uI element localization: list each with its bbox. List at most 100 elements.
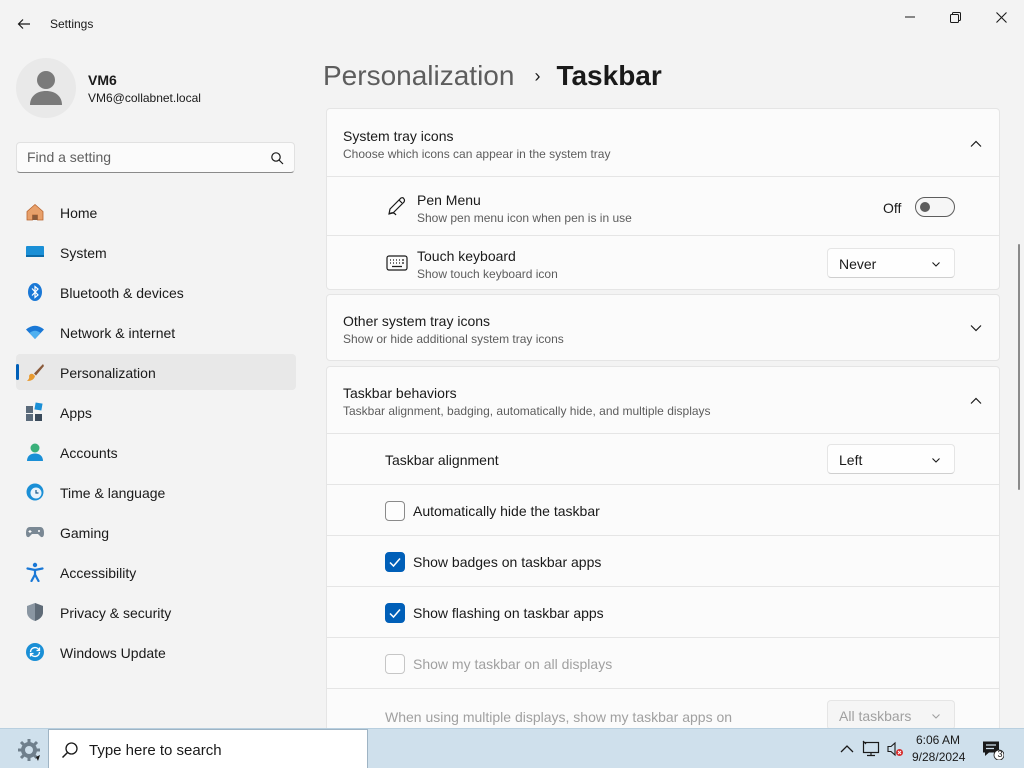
app-title: Settings	[50, 17, 94, 31]
sidebar-item-personalization[interactable]: Personalization	[16, 354, 296, 390]
flashing-row: Show flashing on taskbar apps	[326, 586, 1000, 637]
taskbar-search-box[interactable]: Type here to search	[48, 729, 368, 768]
multi-display-dropdown[interactable]: All taskbars	[827, 700, 955, 728]
pen-menu-toggle-state: Off	[883, 200, 902, 216]
accounts-icon	[25, 442, 45, 462]
settings-search-box[interactable]	[16, 142, 295, 173]
sidebar-item-label: Gaming	[60, 525, 110, 541]
breadcrumb-chevron-icon: ›	[534, 65, 541, 86]
section-title: System tray icons	[343, 128, 454, 144]
clock-date[interactable]: 9/28/2024	[912, 750, 965, 764]
touch-keyboard-subtitle: Show touch keyboard icon	[417, 267, 558, 281]
taskbar-behaviors-header[interactable]: Taskbar behaviors Taskbar alignment, bad…	[326, 366, 1000, 434]
chevron-down-icon	[932, 714, 940, 719]
minimize-icon	[905, 16, 915, 18]
sidebar-item-label: Bluetooth & devices	[60, 285, 184, 301]
badges-checkbox[interactable]	[385, 552, 405, 572]
taskbar-settings-app[interactable]	[10, 735, 48, 765]
sidebar: VM6 VM6@collabnet.local Home System Blue…	[0, 48, 310, 728]
all-displays-label[interactable]: Show my taskbar on all displays	[413, 656, 612, 672]
minimize-button[interactable]	[887, 2, 933, 32]
section-title: Taskbar behaviors	[343, 385, 457, 401]
sidebar-item-apps[interactable]: Apps	[16, 394, 296, 430]
clock-globe-icon	[25, 482, 45, 502]
sidebar-item-home[interactable]: Home	[16, 194, 296, 230]
sidebar-item-gaming[interactable]: Gaming	[16, 514, 296, 550]
notification-count-badge: 3	[997, 749, 1003, 759]
pen-menu-toggle[interactable]	[915, 197, 955, 217]
sidebar-item-label: Time & language	[60, 485, 166, 501]
touch-keyboard-row: Touch keyboard Show touch keyboard icon …	[326, 235, 1000, 290]
sidebar-item-label: Windows Update	[60, 645, 166, 661]
notification-center-button[interactable]: 3	[982, 740, 1005, 761]
chevron-up-icon[interactable]	[969, 394, 983, 408]
pen-icon	[388, 197, 406, 216]
close-icon	[995, 11, 1007, 23]
sidebar-item-windows-update[interactable]: Windows Update	[16, 634, 296, 670]
sidebar-item-label: Home	[60, 205, 98, 221]
sidebar-item-bluetooth[interactable]: Bluetooth & devices	[16, 274, 296, 310]
page-title: Taskbar	[556, 60, 662, 91]
breadcrumb: Personalization › Taskbar	[323, 58, 662, 94]
auto-hide-label[interactable]: Automatically hide the taskbar	[413, 503, 600, 519]
restore-button[interactable]	[932, 2, 978, 32]
chevron-down-icon	[932, 458, 940, 463]
toggle-knob	[920, 202, 930, 212]
avatar[interactable]	[16, 58, 76, 118]
sidebar-item-privacy[interactable]: Privacy & security	[16, 594, 296, 630]
chevron-up-icon[interactable]	[969, 137, 983, 151]
system-tray-icons-header[interactable]: System tray icons Choose which icons can…	[326, 108, 1000, 177]
pen-menu-title: Pen Menu	[417, 192, 481, 208]
sidebar-item-label: Accessibility	[60, 565, 137, 581]
back-button[interactable]	[10, 10, 38, 38]
volume-muted-icon[interactable]	[886, 740, 904, 758]
dropdown-value: All taskbars	[839, 708, 912, 724]
badges-label[interactable]: Show badges on taskbar apps	[413, 554, 601, 570]
all-displays-row: Show my taskbar on all displays	[326, 637, 1000, 688]
title-bar: Settings	[0, 0, 1024, 48]
update-icon	[25, 642, 45, 662]
sidebar-item-label: Personalization	[60, 365, 156, 381]
user-icon	[30, 71, 62, 105]
chevron-down-icon[interactable]	[969, 321, 983, 335]
sidebar-item-label: Network & internet	[60, 325, 176, 341]
close-button[interactable]	[978, 2, 1024, 32]
sidebar-item-network[interactable]: Network & internet	[16, 314, 296, 350]
wifi-icon	[25, 322, 45, 342]
taskbar: Type here to search 6:06 AM 9/28/2024 3	[0, 728, 1024, 768]
sidebar-item-system[interactable]: System	[16, 234, 296, 270]
sidebar-item-time-language[interactable]: Time & language	[16, 474, 296, 510]
auto-hide-checkbox[interactable]	[385, 501, 405, 521]
back-arrow-icon	[17, 19, 30, 29]
clock-time[interactable]: 6:06 AM	[916, 733, 960, 747]
user-email: VM6@collabnet.local	[88, 91, 201, 105]
taskbar-alignment-row: Taskbar alignment Left	[326, 433, 1000, 484]
section-subtitle: Taskbar alignment, badging, automaticall…	[343, 404, 711, 418]
all-displays-checkbox[interactable]	[385, 654, 405, 674]
pen-menu-subtitle: Show pen menu icon when pen is in use	[417, 211, 632, 225]
sidebar-item-accessibility[interactable]: Accessibility	[16, 554, 296, 590]
touch-keyboard-dropdown[interactable]: Never	[827, 248, 955, 278]
sidebar-item-label: Accounts	[60, 445, 118, 461]
network-icon[interactable]	[862, 740, 880, 758]
multi-display-label: When using multiple displays, show my ta…	[385, 709, 733, 725]
taskbar-alignment-dropdown[interactable]: Left	[827, 444, 955, 474]
gear-icon	[18, 739, 40, 761]
multi-display-row: When using multiple displays, show my ta…	[326, 688, 1000, 728]
breadcrumb-parent-link[interactable]: Personalization	[323, 60, 514, 92]
flashing-label[interactable]: Show flashing on taskbar apps	[413, 605, 604, 621]
shield-icon	[25, 602, 45, 622]
other-system-tray-icons-header[interactable]: Other system tray icons Show or hide add…	[326, 294, 1000, 361]
accessibility-icon	[25, 562, 45, 582]
content-scrollbar[interactable]	[1018, 244, 1020, 490]
sidebar-item-label: Apps	[60, 405, 92, 421]
nav-list: Home System Bluetooth & devices Network …	[16, 194, 296, 674]
dropdown-value: Left	[839, 452, 863, 468]
search-icon[interactable]	[270, 151, 284, 165]
search-icon	[61, 742, 78, 759]
settings-search-input[interactable]	[27, 149, 262, 165]
flashing-checkbox[interactable]	[385, 603, 405, 623]
show-hidden-icons-chevron-icon[interactable]	[838, 740, 856, 758]
badges-row: Show badges on taskbar apps	[326, 535, 1000, 586]
sidebar-item-accounts[interactable]: Accounts	[16, 434, 296, 470]
